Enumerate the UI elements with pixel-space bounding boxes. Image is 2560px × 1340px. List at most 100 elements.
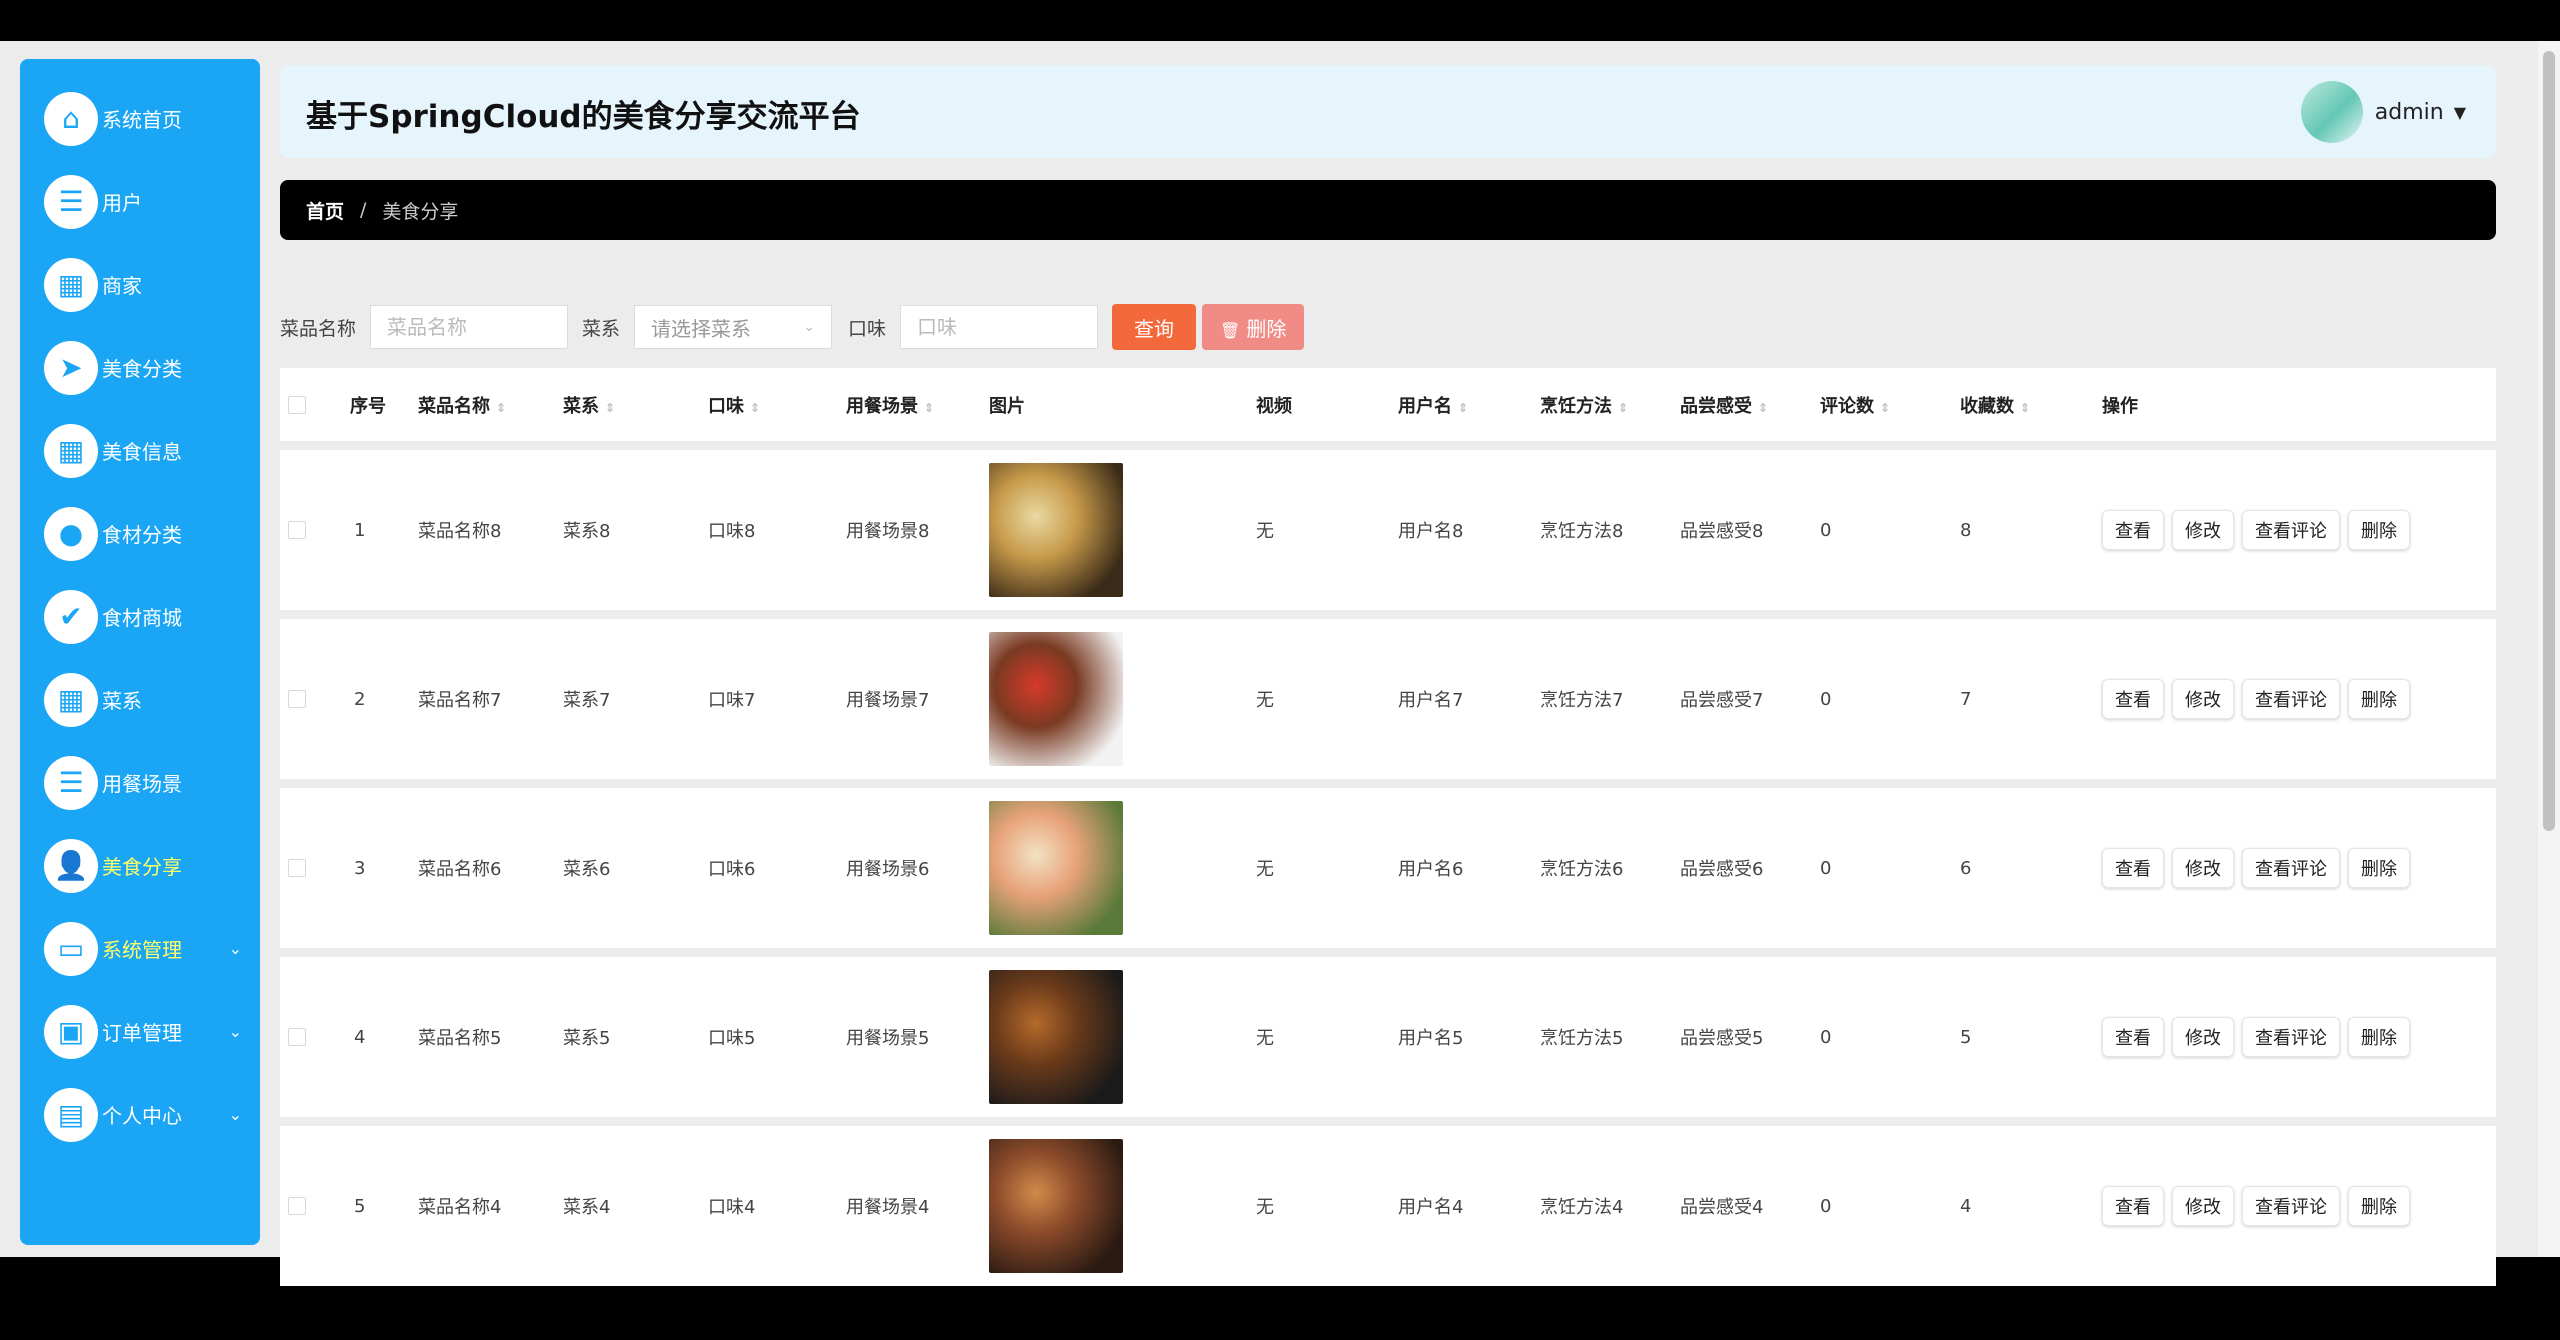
edit-button[interactable]: 修改	[2172, 848, 2234, 888]
view-comments-button[interactable]: 查看评论	[2242, 679, 2340, 719]
column-header[interactable]: 评论数 ⇕	[1820, 392, 1890, 418]
cuisine-select[interactable]: 请选择菜系 ⌄	[634, 305, 833, 349]
user-menu[interactable]: admin ▼	[2300, 81, 2466, 143]
sidebar: ⌂ 系统首页 ☰ 用户 ▦ 商家 ➤ 美食分类 ▦ 美食信息 ● 食材分类 ✔ 食材商城 ▦ 菜系 ☰ 用餐场景 👤…	[20, 59, 260, 1245]
cuisine-label: 菜系	[582, 317, 621, 340]
column-header[interactable]: 菜系 ⇕	[563, 392, 615, 418]
view-comments-button[interactable]: 查看评论	[2242, 848, 2340, 888]
batch-delete-button[interactable]: 🗑 删除	[1202, 304, 1305, 350]
column-header-label: 序号	[350, 395, 386, 417]
breadcrumb-current: 美食分享	[382, 200, 459, 223]
sidebar-item-6[interactable]: ✔ 食材商城	[20, 575, 260, 658]
view-button[interactable]: 查看	[2102, 679, 2164, 719]
view-button[interactable]: 查看	[2102, 1017, 2164, 1057]
taste-input[interactable]	[900, 305, 1099, 349]
sort-icon[interactable]: ⇕	[1458, 401, 1468, 415]
column-header: 图片	[989, 392, 1025, 418]
sidebar-item-5[interactable]: ● 食材分类	[20, 492, 260, 575]
sidebar-item-label: 美食分享	[102, 855, 182, 879]
row-checkbox[interactable]	[288, 521, 306, 539]
food-image[interactable]	[989, 970, 1123, 1104]
delete-button[interactable]: 删除	[2348, 1186, 2410, 1226]
row-actions: 查看 修改 查看评论 删除	[2102, 510, 2418, 550]
column-header: 操作	[2102, 392, 2138, 418]
table-row: 3 菜品名称6 菜系6 口味6 用餐场景6 无 用户名6 烹饪方法6 品尝感受6 0 6 查看 修改 查看…	[280, 788, 2496, 948]
column-header[interactable]: 收藏数 ⇕	[1960, 392, 2030, 418]
sliders-icon: ☰	[44, 174, 98, 229]
view-button[interactable]: 查看	[2102, 1186, 2164, 1226]
dish-name-input[interactable]	[370, 305, 569, 349]
cell-taste: 口味4	[708, 1197, 756, 1218]
row-checkbox[interactable]	[288, 1197, 306, 1215]
sort-icon[interactable]: ⇕	[605, 401, 615, 415]
sort-icon[interactable]: ⇕	[1618, 401, 1628, 415]
sort-icon[interactable]: ⇕	[2020, 401, 2030, 415]
breadcrumb-home[interactable]: 首页	[306, 197, 344, 224]
sidebar-item-2[interactable]: ▦ 商家	[20, 243, 260, 326]
query-button[interactable]: 查询	[1112, 304, 1197, 350]
food-image[interactable]	[989, 463, 1123, 597]
food-image[interactable]	[989, 632, 1123, 766]
view-button[interactable]: 查看	[2102, 848, 2164, 888]
edit-button[interactable]: 修改	[2172, 1017, 2234, 1057]
app-screen: ⌂ 系统首页 ☰ 用户 ▦ 商家 ➤ 美食分类 ▦ 美食信息 ● 食材分类 ✔ 食材商城 ▦ 菜系 ☰ 用餐场景 👤…	[0, 41, 2560, 1286]
cell-feeling: 品尝感受4	[1680, 1197, 1764, 1218]
column-header[interactable]: 用餐场景 ⇕	[846, 392, 934, 418]
delete-button[interactable]: 删除	[2348, 679, 2410, 719]
food-image[interactable]	[989, 1139, 1123, 1273]
column-header[interactable]: 用户名 ⇕	[1398, 392, 1468, 418]
scrollbar-thumb[interactable]	[2543, 51, 2555, 831]
sort-icon[interactable]: ⇕	[750, 401, 760, 415]
caret-down-icon[interactable]: ▼	[2454, 103, 2466, 122]
sidebar-item-9[interactable]: 👤 美食分享	[20, 824, 260, 907]
sidebar-item-8[interactable]: ☰ 用餐场景	[20, 741, 260, 824]
delete-button[interactable]: 删除	[2348, 848, 2410, 888]
row-checkbox[interactable]	[288, 859, 306, 877]
view-comments-button[interactable]: 查看评论	[2242, 1186, 2340, 1226]
delete-button[interactable]: 删除	[2348, 510, 2410, 550]
sort-icon[interactable]: ⇕	[924, 401, 934, 415]
table-row: 1 菜品名称8 菜系8 口味8 用餐场景8 无 用户名8 烹饪方法8 品尝感受8 0 8 查看 修改 查看…	[280, 450, 2496, 610]
sort-icon[interactable]: ⇕	[1880, 401, 1890, 415]
dish-name-label: 菜品名称	[280, 317, 357, 340]
sort-icon[interactable]: ⇕	[1758, 401, 1768, 415]
select-all-checkbox[interactable]	[288, 395, 306, 414]
sidebar-item-11[interactable]: ▣ 订单管理 ⌄	[20, 990, 260, 1073]
sidebar-item-10[interactable]: ▭ 系统管理 ⌄	[20, 907, 260, 990]
column-header-label: 图片	[989, 395, 1025, 417]
food-image[interactable]	[989, 801, 1123, 935]
edit-button[interactable]: 修改	[2172, 679, 2234, 719]
grid-icon: ▦	[44, 423, 98, 478]
sidebar-item-7[interactable]: ▦ 菜系	[20, 658, 260, 741]
column-header[interactable]: 烹饪方法 ⇕	[1540, 392, 1628, 418]
sort-icon[interactable]: ⇕	[496, 401, 506, 415]
cell-video: 无	[1256, 521, 1274, 542]
view-comments-button[interactable]: 查看评论	[2242, 510, 2340, 550]
cell-method: 烹饪方法5	[1540, 1028, 1624, 1049]
column-header[interactable]: 口味 ⇕	[708, 392, 760, 418]
username: admin	[2374, 99, 2444, 125]
column-header[interactable]: 菜品名称 ⇕	[418, 392, 506, 418]
row-checkbox[interactable]	[288, 1028, 306, 1046]
view-button[interactable]: 查看	[2102, 510, 2164, 550]
edit-button[interactable]: 修改	[2172, 1186, 2234, 1226]
row-checkbox[interactable]	[288, 690, 306, 708]
column-header-label: 收藏数	[1960, 395, 2014, 417]
column-header[interactable]: 品尝感受 ⇕	[1680, 392, 1768, 418]
cell-idx: 2	[354, 688, 366, 710]
edit-button[interactable]: 修改	[2172, 510, 2234, 550]
delete-button[interactable]: 删除	[2348, 1017, 2410, 1057]
cell-cuisine: 菜系4	[563, 1197, 611, 1218]
grid-icon: ▦	[44, 257, 98, 312]
view-comments-button[interactable]: 查看评论	[2242, 1017, 2340, 1057]
sidebar-item-0[interactable]: ⌂ 系统首页	[20, 77, 260, 160]
sidebar-item-1[interactable]: ☰ 用户	[20, 160, 260, 243]
sidebar-item-3[interactable]: ➤ 美食分类	[20, 326, 260, 409]
cell-name: 菜品名称6	[418, 859, 502, 880]
sidebar-item-12[interactable]: ▤ 个人中心 ⌄	[20, 1073, 260, 1156]
avatar[interactable]	[2300, 81, 2363, 143]
sidebar-item-4[interactable]: ▦ 美食信息	[20, 409, 260, 492]
scrollbar[interactable]	[2538, 41, 2560, 1257]
sidebar-item-label: 用餐场景	[102, 772, 182, 796]
cell-idx: 5	[354, 1195, 366, 1217]
